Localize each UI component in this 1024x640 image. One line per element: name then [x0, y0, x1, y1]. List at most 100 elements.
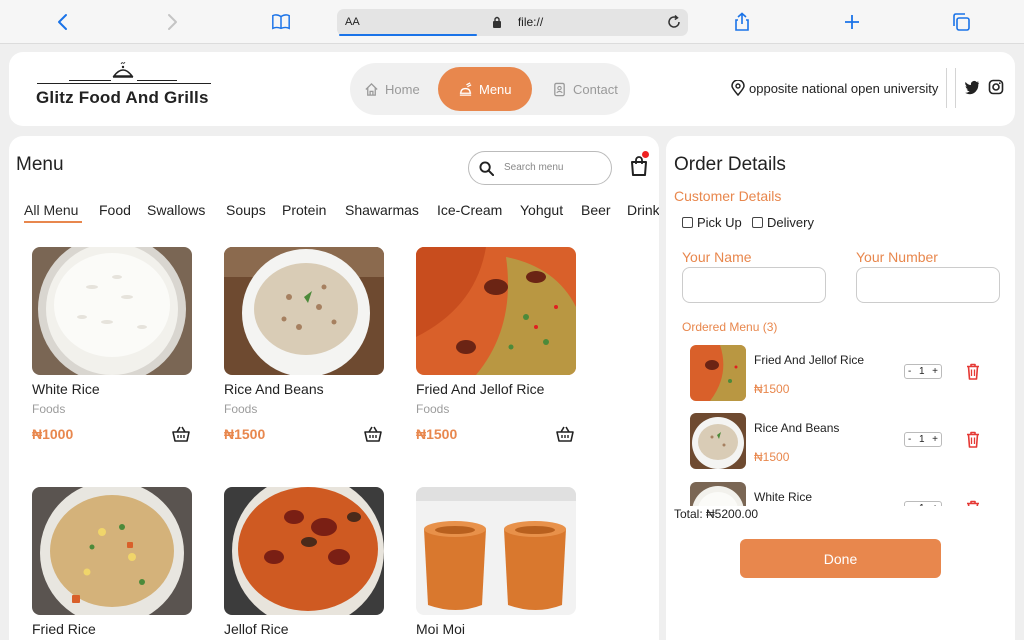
nav-home[interactable]: Home: [364, 67, 420, 111]
logo-line-right: [137, 80, 177, 81]
ordered-item-image: [690, 482, 746, 506]
menu-item-price: ₦1500: [224, 426, 266, 442]
nav-menu[interactable]: Menu: [438, 67, 532, 111]
pickup-label: Pick Up: [697, 215, 742, 230]
location: opposite national open university: [731, 80, 938, 96]
active-tab-indicator: [24, 221, 82, 223]
increase-button[interactable]: +: [932, 503, 938, 506]
menu-item-name: Moi Moi: [416, 621, 466, 637]
name-field[interactable]: [682, 267, 826, 303]
header-divider-2: [955, 68, 956, 108]
url-text: file://: [517, 15, 544, 29]
decrease-button[interactable]: -: [908, 366, 911, 377]
nav-menu-label: Menu: [479, 81, 512, 97]
menu-item-name: White Rice: [32, 381, 100, 397]
menu-item-price: ₦1500: [416, 426, 458, 442]
menu-item-category: Foods: [416, 402, 450, 416]
tab-shawarmas[interactable]: Shawarmas: [345, 202, 419, 218]
delivery-option[interactable]: Delivery: [752, 215, 814, 230]
logo-line-base: [37, 83, 211, 84]
ordered-item-image: [690, 345, 746, 401]
pickup-checkbox[interactable]: [682, 217, 693, 228]
page-load-progress: [339, 34, 477, 36]
add-to-basket-icon[interactable]: [364, 426, 382, 442]
trash-icon[interactable]: [966, 431, 980, 448]
tab-food[interactable]: Food: [99, 202, 131, 218]
tab-drinks[interactable]: Drinks: [627, 202, 659, 218]
brand-logo[interactable]: Glitz Food And Grills: [35, 62, 215, 118]
tab-beer[interactable]: Beer: [581, 202, 611, 218]
back-icon[interactable]: [49, 8, 77, 36]
bookmarks-icon[interactable]: [267, 8, 295, 36]
pickup-option[interactable]: Pick Up: [682, 215, 742, 230]
number-field[interactable]: [856, 267, 1000, 303]
browser-toolbar: AA file://: [0, 0, 1024, 44]
quantity-stepper[interactable]: - 1 +: [904, 432, 942, 447]
search-input[interactable]: Search menu: [504, 162, 563, 173]
food-image: [32, 247, 192, 375]
menu-item-name: Jellof Rice: [224, 621, 289, 637]
quantity-stepper[interactable]: - 1 +: [904, 501, 942, 506]
quantity-value: 1: [919, 503, 925, 506]
tab-protein[interactable]: Protein: [282, 202, 326, 218]
food-image: [416, 487, 576, 615]
tab-soups[interactable]: Soups: [226, 202, 266, 218]
header-divider: [946, 68, 947, 108]
share-icon[interactable]: [728, 8, 756, 36]
location-pin-icon: [731, 80, 745, 96]
delivery-checkbox[interactable]: [752, 217, 763, 228]
delivery-label: Delivery: [767, 215, 814, 230]
menu-item-name: Fried And Jellof Rice: [416, 381, 545, 397]
tab-swallows[interactable]: Swallows: [147, 202, 205, 218]
nav-home-label: Home: [385, 81, 420, 97]
ordered-item-name: Fried And Jellof Rice: [754, 353, 865, 367]
decrease-button[interactable]: -: [908, 503, 911, 506]
shopping-bag-icon[interactable]: [629, 155, 649, 177]
done-button[interactable]: Done: [740, 539, 941, 578]
home-icon: [365, 82, 378, 96]
ordered-item: White Rice - 1 +: [690, 474, 990, 506]
forward-icon[interactable]: [158, 8, 186, 36]
trash-icon[interactable]: [966, 363, 980, 380]
menu-title: Menu: [16, 154, 64, 175]
increase-button[interactable]: +: [932, 366, 938, 377]
food-image: [32, 487, 192, 615]
tab-yohgut[interactable]: Yohgut: [520, 202, 563, 218]
increase-button[interactable]: +: [932, 434, 938, 445]
menu-item-category: Foods: [32, 402, 66, 416]
ordered-item-image: [690, 413, 746, 469]
cart-notification-badge: [642, 151, 649, 158]
instagram-icon[interactable]: [988, 79, 1004, 95]
decrease-button[interactable]: -: [908, 434, 911, 445]
menu-item-name: Fried Rice: [32, 621, 96, 637]
new-tab-icon[interactable]: [838, 8, 866, 36]
ordered-item-name: White Rice: [754, 490, 813, 504]
site-header: Glitz Food And Grills Home Menu Contact …: [9, 52, 1015, 126]
ordered-item-name: Rice And Beans: [754, 421, 840, 435]
number-label: Your Number: [856, 249, 938, 265]
search-icon: [479, 161, 494, 176]
tab-all-menu[interactable]: All Menu: [24, 202, 78, 218]
address-bar[interactable]: AA file://: [337, 9, 688, 36]
add-to-basket-icon[interactable]: [172, 426, 190, 442]
food-image: [224, 487, 384, 615]
main-nav: Home Menu Contact: [350, 63, 630, 115]
menu-panel: Menu Search menu All Menu Food Swallows …: [9, 136, 659, 640]
ordered-item-price: ₦1500: [754, 450, 790, 464]
quantity-stepper[interactable]: - 1 +: [904, 364, 942, 379]
reload-icon[interactable]: [666, 14, 682, 30]
food-image: [416, 247, 576, 375]
nav-contact[interactable]: Contact: [552, 67, 618, 111]
ordered-items-list: Fried And Jellof Rice ₦1500 - 1 + Rice A…: [666, 336, 1015, 506]
search-box[interactable]: Search menu: [468, 151, 612, 185]
tab-ice-cream[interactable]: Ice-Cream: [437, 202, 502, 218]
tabs-icon[interactable]: [947, 8, 975, 36]
trash-icon[interactable]: [966, 500, 980, 506]
ordered-item: Rice And Beans ₦1500 - 1 +: [690, 405, 990, 469]
location-text: opposite national open university: [749, 80, 939, 96]
category-tabs: All Menu Food Swallows Soups Protein Sha…: [24, 202, 659, 226]
order-title: Order Details: [674, 154, 786, 175]
ordered-item: Fried And Jellof Rice ₦1500 - 1 +: [690, 337, 990, 401]
twitter-icon[interactable]: [964, 79, 980, 95]
add-to-basket-icon[interactable]: [556, 426, 574, 442]
